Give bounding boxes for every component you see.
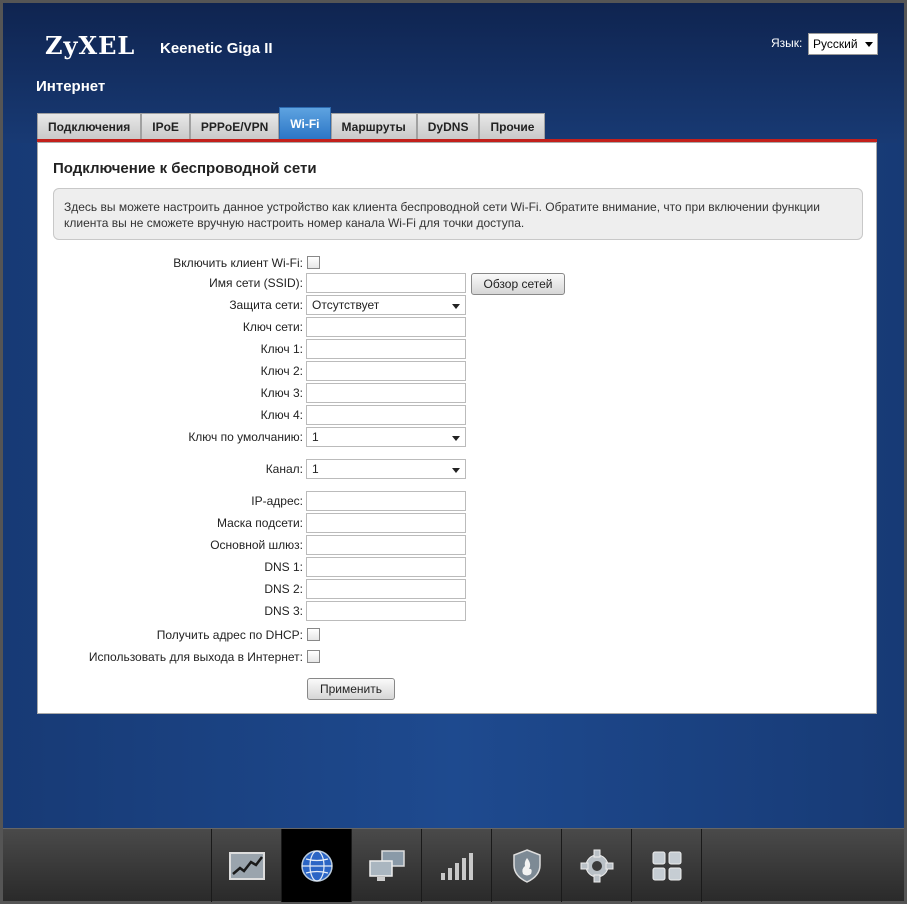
- channel-select[interactable]: 1: [306, 459, 466, 479]
- browse-networks-button[interactable]: Обзор сетей: [471, 273, 565, 295]
- key2-label: Ключ 2:: [260, 364, 303, 378]
- enable-client-label: Включить клиент Wi-Fi:: [173, 256, 303, 270]
- dns2-label: DNS 2:: [264, 582, 303, 596]
- dock-item-security[interactable]: [491, 829, 561, 902]
- key1-label: Ключ 1:: [260, 342, 303, 356]
- apps-grid-icon: [652, 851, 681, 880]
- tab-pppoe-vpn[interactable]: PPPoE/VPN: [189, 113, 280, 139]
- shield-firewall-icon: [512, 848, 541, 883]
- language-label: Язык:: [771, 36, 803, 50]
- dock-item-internet[interactable]: [281, 829, 351, 902]
- mask-label: Маска подсети:: [216, 516, 303, 530]
- router-frame: ZyXEL Keenetic Giga II Язык: Русский Инт…: [0, 0, 907, 904]
- chevron-down-icon: [452, 468, 460, 473]
- wifi-client-panel: Подключение к беспроводной сети Здесь вы…: [37, 142, 877, 714]
- security-value: Отсутствует: [312, 298, 380, 312]
- bottom-dock: [3, 828, 904, 902]
- zyxel-logo: ZyXEL: [45, 31, 136, 60]
- tab-routes[interactable]: Маршруты: [330, 113, 417, 139]
- key1-input[interactable]: [306, 339, 466, 359]
- use-internet-checkbox[interactable]: [307, 650, 320, 663]
- dhcp-checkbox[interactable]: [307, 628, 320, 641]
- default-key-value: 1: [312, 430, 319, 444]
- ssid-row: Имя сети (SSID): Обзор сетей: [38, 273, 878, 295]
- tab-other[interactable]: Прочие: [479, 113, 546, 139]
- ssid-label: Имя сети (SSID):: [209, 276, 303, 290]
- dns3-row: DNS 3:: [38, 601, 878, 621]
- channel-row: Канал: 1: [38, 459, 878, 479]
- mask-input[interactable]: [306, 513, 466, 533]
- enable-client-row: Включить клиент Wi-Fi:: [38, 253, 878, 273]
- channel-label: Канал:: [265, 462, 303, 476]
- key2-input[interactable]: [306, 361, 466, 381]
- globe-icon: [300, 849, 333, 882]
- default-key-select[interactable]: 1: [306, 427, 466, 447]
- gateway-label: Основной шлюз:: [210, 538, 303, 552]
- dhcp-row: Получить адрес по DHCP:: [38, 625, 878, 645]
- use-internet-row: Использовать для выхода в Интернет:: [38, 647, 878, 667]
- ssid-input[interactable]: [306, 273, 466, 293]
- tab-wifi[interactable]: Wi-Fi: [279, 107, 331, 139]
- key3-label: Ключ 3:: [260, 386, 303, 400]
- apply-button[interactable]: Применить: [307, 678, 395, 700]
- network-key-label: Ключ сети:: [242, 320, 303, 334]
- dock-divider: [701, 829, 702, 902]
- dns3-label: DNS 3:: [264, 604, 303, 618]
- chart-icon: [228, 851, 265, 880]
- enable-client-checkbox[interactable]: [307, 256, 320, 269]
- key4-label: Ключ 4:: [260, 408, 303, 422]
- tab-dydns[interactable]: DyDNS: [416, 113, 480, 139]
- dns1-row: DNS 1:: [38, 557, 878, 577]
- dock-item-home-network[interactable]: [351, 829, 421, 902]
- ip-input[interactable]: [306, 491, 466, 511]
- network-computers-icon: [368, 849, 405, 881]
- security-row: Защита сети: Отсутствует: [38, 295, 878, 315]
- security-select[interactable]: Отсутствует: [306, 295, 466, 315]
- info-box: Здесь вы можете настроить данное устройс…: [53, 188, 863, 240]
- panel-title: Подключение к беспроводной сети: [53, 160, 317, 177]
- dns1-input[interactable]: [306, 557, 466, 577]
- default-key-row: Ключ по умолчанию: 1: [38, 427, 878, 447]
- dock-item-apps[interactable]: [631, 829, 701, 902]
- chevron-down-icon: [865, 42, 873, 47]
- signal-bars-icon: [440, 852, 473, 880]
- key4-row: Ключ 4:: [38, 405, 878, 425]
- mask-row: Маска подсети:: [38, 513, 878, 533]
- gear-icon: [580, 849, 613, 882]
- dns2-row: DNS 2:: [38, 579, 878, 599]
- use-internet-label: Использовать для выхода в Интернет:: [88, 650, 303, 664]
- network-key-input[interactable]: [306, 317, 466, 337]
- ip-row: IP-адрес:: [38, 491, 878, 511]
- dhcp-label: Получить адрес по DHCP:: [156, 628, 303, 642]
- key1-row: Ключ 1:: [38, 339, 878, 359]
- network-key-row: Ключ сети:: [38, 317, 878, 337]
- tab-bar: Подключения IPoE PPPoE/VPN Wi-Fi Маршрут…: [37, 107, 546, 139]
- key2-row: Ключ 2:: [38, 361, 878, 381]
- dns1-label: DNS 1:: [264, 560, 303, 574]
- security-label: Защита сети:: [229, 298, 303, 312]
- default-key-label: Ключ по умолчанию:: [188, 430, 303, 444]
- dock-item-wifi[interactable]: [421, 829, 491, 902]
- gateway-input[interactable]: [306, 535, 466, 555]
- ip-label: IP-адрес:: [251, 494, 303, 508]
- key3-input[interactable]: [306, 383, 466, 403]
- tab-ipoe[interactable]: IPoE: [141, 113, 190, 139]
- page-title: Интернет: [36, 78, 106, 95]
- chevron-down-icon: [452, 436, 460, 441]
- language-value: Русский: [813, 37, 858, 51]
- dns2-input[interactable]: [306, 579, 466, 599]
- dns3-input[interactable]: [306, 601, 466, 621]
- dock-item-monitor[interactable]: [211, 829, 281, 902]
- key3-row: Ключ 3:: [38, 383, 878, 403]
- tab-connections[interactable]: Подключения: [37, 113, 142, 139]
- model-name: Keenetic Giga II: [160, 40, 273, 57]
- channel-value: 1: [312, 462, 319, 476]
- dock-item-system[interactable]: [561, 829, 631, 902]
- chevron-down-icon: [452, 304, 460, 309]
- key4-input[interactable]: [306, 405, 466, 425]
- gateway-row: Основной шлюз:: [38, 535, 878, 555]
- language-select[interactable]: Русский: [808, 33, 878, 55]
